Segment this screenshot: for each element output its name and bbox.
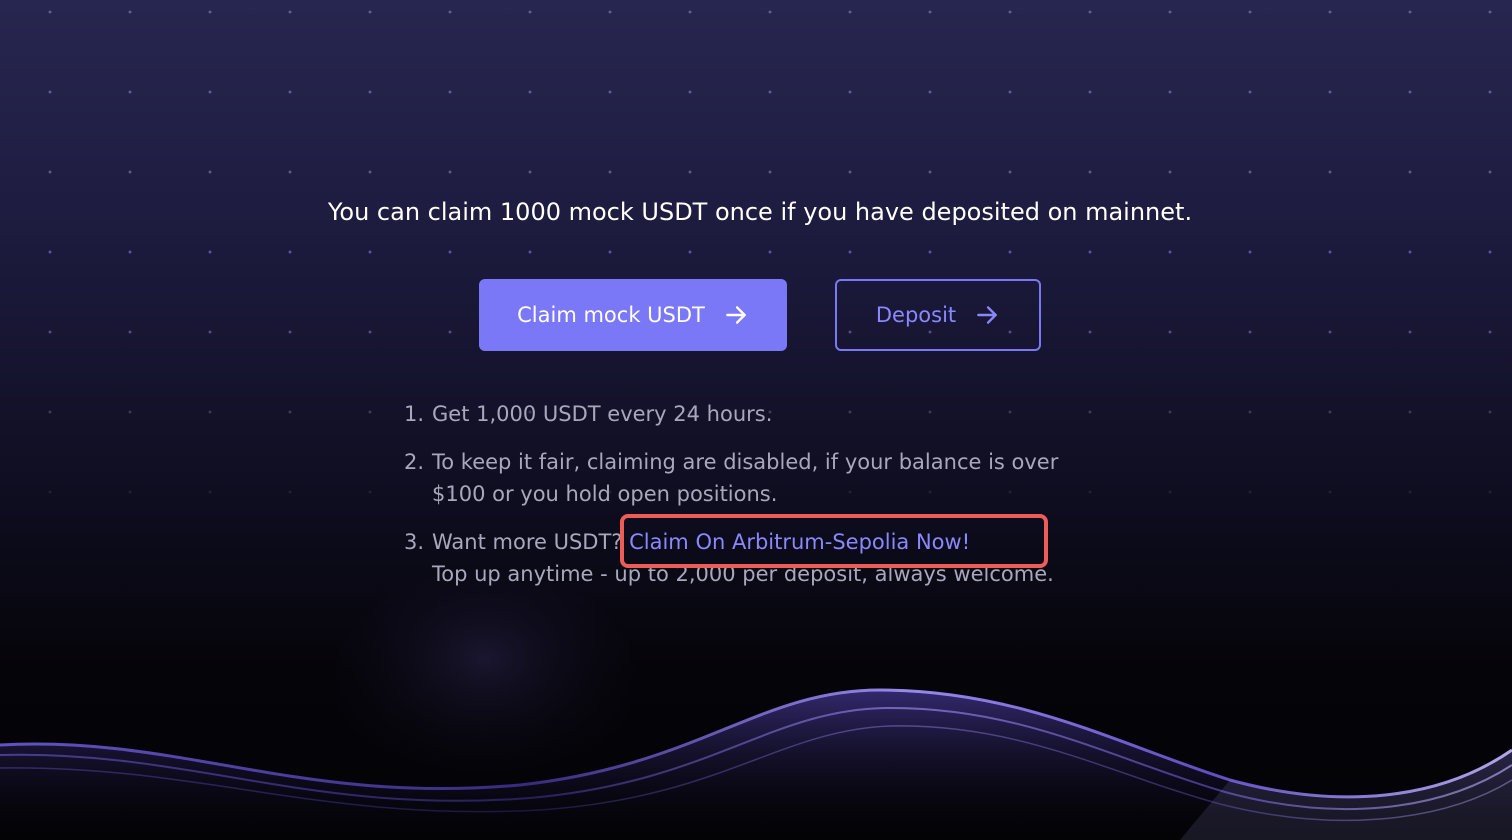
claim-button-label: Claim mock USDT — [517, 303, 705, 327]
list-text-line: To keep it fair, claiming are disabled, … — [432, 450, 1059, 474]
list-item: 2. To keep it fair, claiming are disable… — [404, 446, 1164, 510]
list-text-line: $100 or you hold open positions. — [432, 482, 778, 506]
arrow-right-icon — [723, 302, 749, 328]
arrow-right-icon — [974, 302, 1000, 328]
list-item: 3. Want more USDT? Claim On Arbitrum-Sep… — [404, 526, 1164, 590]
deposit-button-label: Deposit — [875, 303, 957, 327]
claim-mock-usdt-button[interactable]: Claim mock USDT — [479, 279, 787, 351]
list-number: 1. — [404, 402, 425, 426]
page-headline: You can claim 1000 mock USDT once if you… — [327, 198, 1193, 226]
list-number: 3. — [404, 530, 425, 554]
deposit-button[interactable]: Deposit — [835, 279, 1041, 351]
list-text: Get 1,000 USDT every 24 hours. — [432, 402, 773, 426]
list-text: Want more USDT? — [432, 530, 630, 554]
list-item: 1. Get 1,000 USDT every 24 hours. — [404, 398, 1164, 430]
instructions-list: 1. Get 1,000 USDT every 24 hours. 2. To … — [404, 398, 1164, 606]
claim-arbitrum-sepolia-link[interactable]: Claim On Arbitrum-Sepolia Now! — [629, 530, 970, 554]
list-text-line: Top up anytime - up to 2,000 per deposit… — [432, 562, 1054, 586]
list-number: 2. — [404, 450, 425, 474]
